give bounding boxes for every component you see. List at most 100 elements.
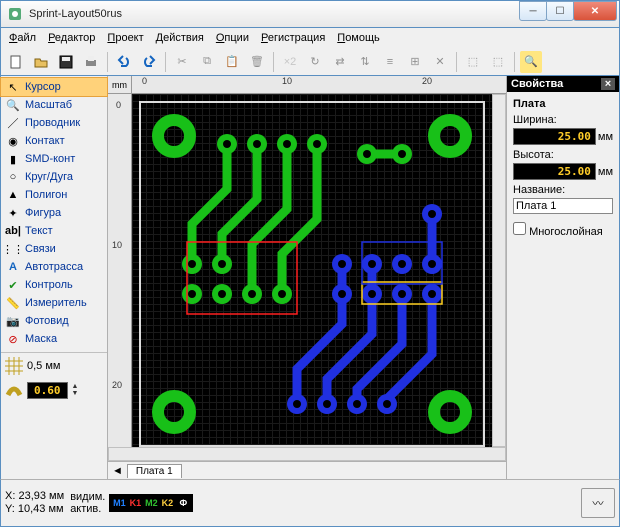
duplicate-button[interactable]: ×2 xyxy=(279,51,301,73)
tool-measure[interactable]: 📏 Измеритель xyxy=(1,294,107,312)
undo-button[interactable] xyxy=(113,51,135,73)
paste-button[interactable]: 📋 xyxy=(221,51,243,73)
tool-label: Фигура xyxy=(25,207,61,219)
tool-cursor[interactable]: ↖ Курсор xyxy=(1,78,107,96)
width-label: Ширина: xyxy=(513,114,613,126)
active-label: актив. xyxy=(70,503,105,515)
tool-photoview[interactable]: 📷 Фотовид xyxy=(1,312,107,330)
cursor-icon: ↖ xyxy=(5,79,21,95)
shape-icon: ✦ xyxy=(5,205,21,221)
tool-label: Полигон xyxy=(25,189,67,201)
print-button[interactable] xyxy=(80,51,102,73)
horizontal-scrollbar[interactable] xyxy=(108,447,506,461)
name-label: Название: xyxy=(513,184,613,196)
titlebar: Sprint-Layout50rus ─ ☐ ✕ xyxy=(0,0,620,28)
minimize-button[interactable]: ─ xyxy=(519,1,547,21)
menu-options[interactable]: Опции xyxy=(212,30,253,46)
spinner[interactable]: ▲▼ xyxy=(72,383,79,397)
height-value[interactable]: 25.00 xyxy=(513,163,596,180)
properties-title: Свойства xyxy=(511,78,563,90)
multilayer-label: Многослойная xyxy=(529,226,603,238)
board-tab[interactable]: Плата 1 xyxy=(127,464,182,478)
visible-label: видим. xyxy=(70,491,105,503)
new-button[interactable] xyxy=(5,51,27,73)
close-button[interactable]: ✕ xyxy=(573,1,617,21)
delete-button[interactable]: 🗑 xyxy=(246,51,268,73)
mask-icon: ⊘ xyxy=(5,331,21,347)
redo-button[interactable] xyxy=(138,51,160,73)
track-width[interactable]: 0.60 ▲▼ xyxy=(1,379,107,401)
status-bar: X: 23,93 мм Y: 10,43 мм видим.актив. M1 … xyxy=(0,479,620,527)
layer-selector[interactable]: M1 K1 M2 K2 Ф xyxy=(109,494,193,512)
ungroup-button[interactable]: ⬚ xyxy=(487,51,509,73)
menu-file[interactable]: Файл xyxy=(5,30,40,46)
tool-drc[interactable]: ✔Контроль xyxy=(1,276,107,294)
unit: мм xyxy=(598,166,613,178)
snap-button[interactable]: ⊞ xyxy=(404,51,426,73)
polygon-icon: ▲ xyxy=(5,187,21,203)
tool-text[interactable]: ab|Текст xyxy=(1,222,107,240)
app-icon xyxy=(7,6,23,22)
maximize-button[interactable]: ☐ xyxy=(546,1,574,21)
tool-track[interactable]: ／Проводник xyxy=(1,114,107,132)
autoroute-icon: A xyxy=(5,259,21,275)
tool-mask[interactable]: ⊘ Маска xyxy=(1,330,107,348)
tool-label: Проводник xyxy=(25,117,80,129)
zoom-tool-button[interactable]: 🔍 xyxy=(520,51,542,73)
menu-edit[interactable]: Редактор xyxy=(44,30,99,46)
tool-label: Фотовид xyxy=(25,315,69,327)
tool-smd[interactable]: ▮SMD-конт xyxy=(1,150,107,168)
tool-label: Измеритель xyxy=(25,297,87,309)
vertical-scrollbar[interactable] xyxy=(492,94,506,447)
canvas-area: mm 0 10 20 0 10 20 xyxy=(108,76,506,479)
tool-label: Контроль xyxy=(25,279,73,291)
tool-connections[interactable]: ⋮⋮Связи xyxy=(1,240,107,258)
tool-zoom[interactable]: 🔍Масштаб xyxy=(1,96,107,114)
tool-label: Курсор xyxy=(25,81,61,93)
camera-icon: 📷 xyxy=(5,313,21,329)
properties-close[interactable]: × xyxy=(601,78,615,90)
ruler-icon: 📏 xyxy=(5,295,21,311)
circle-icon: ○ xyxy=(5,169,21,185)
menu-actions[interactable]: Действия xyxy=(152,30,208,46)
vertical-ruler: 0 10 20 xyxy=(108,94,132,447)
width-value[interactable]: 25.00 xyxy=(513,128,596,145)
tool-autoroute[interactable]: A Автотрасса xyxy=(1,258,107,276)
height-label: Высота: xyxy=(513,149,613,161)
group-button[interactable]: ⬚ xyxy=(462,51,484,73)
window-title: Sprint-Layout50rus xyxy=(29,8,520,20)
align-button[interactable]: ≡ xyxy=(379,51,401,73)
pcb-canvas[interactable] xyxy=(132,94,492,447)
trackwidth-icon xyxy=(5,381,23,399)
tool-pad[interactable]: ◉Контакт xyxy=(1,132,107,150)
ground-plane-button[interactable]: 〰 xyxy=(581,488,615,518)
cursor-coords: X: 23,93 мм Y: 10,43 мм xyxy=(5,490,64,516)
tool-label: Контакт xyxy=(25,135,65,147)
rotate-button[interactable]: ↻ xyxy=(304,51,326,73)
tool-shape[interactable]: ✦ Фигура xyxy=(1,204,107,222)
grid-setting[interactable]: 0,5 мм xyxy=(1,352,107,379)
toolbox: ↖ Курсор 🔍Масштаб ／Проводник ◉Контакт ▮SM… xyxy=(1,76,108,479)
track-width-value: 0.60 xyxy=(27,382,68,399)
ruler-unit: mm xyxy=(108,76,132,94)
mirror-h-button[interactable]: ⇄ xyxy=(329,51,351,73)
open-button[interactable] xyxy=(30,51,52,73)
copy-button[interactable]: ⧉ xyxy=(196,51,218,73)
menu-help[interactable]: Помощь xyxy=(333,30,384,46)
save-button[interactable] xyxy=(55,51,77,73)
menu-register[interactable]: Регистрация xyxy=(257,30,329,46)
main-toolbar: ✂ ⧉ 📋 🗑 ×2 ↻ ⇄ ⇅ ≡ ⊞ ✕ ⬚ ⬚ 🔍 xyxy=(0,48,620,76)
menu-project[interactable]: Проект xyxy=(103,30,147,46)
tool-circle[interactable]: ○ Круг/Дуга xyxy=(1,168,107,186)
tool-label: Автотрасса xyxy=(25,261,83,273)
mirror-v-button[interactable]: ⇅ xyxy=(354,51,376,73)
tool-label: Круг/Дуга xyxy=(25,171,73,183)
board-name-input[interactable] xyxy=(513,198,613,214)
multilayer-checkbox[interactable] xyxy=(513,222,526,235)
tool-label: Маска xyxy=(25,333,57,345)
tool-polygon[interactable]: ▲ Полигон xyxy=(1,186,107,204)
tab-nav-left[interactable]: ◄ xyxy=(112,465,123,477)
smd-icon: ▮ xyxy=(5,151,21,167)
cut-button[interactable]: ✂ xyxy=(171,51,193,73)
remove-conn-button[interactable]: ✕ xyxy=(429,51,451,73)
